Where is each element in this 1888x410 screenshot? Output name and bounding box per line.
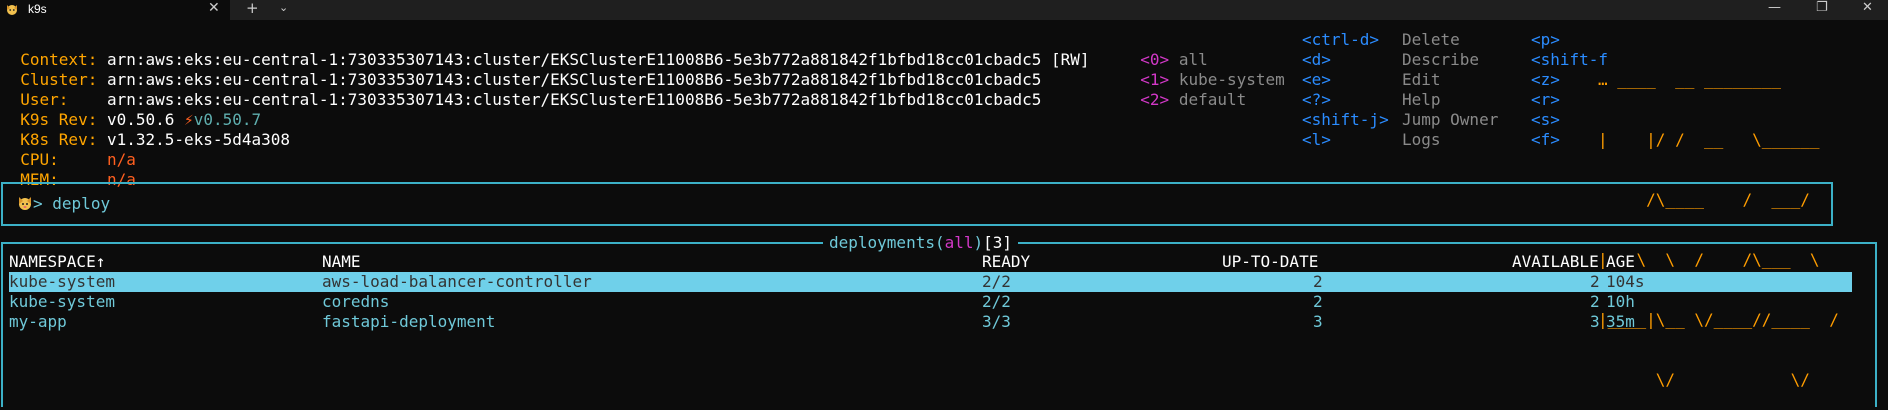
close-window-icon[interactable]: ✕: [1862, 0, 1873, 15]
shortcut-help[interactable]: <?>: [1302, 90, 1331, 110]
shortcut-jump-owner[interactable]: <shift-j>: [1302, 110, 1389, 130]
logo-line: … ____ __ ________: [1598, 70, 1782, 89]
dog-icon: [19, 197, 31, 210]
shortcut-key: <l>: [1302, 130, 1331, 149]
resource-name: deployments: [829, 233, 935, 252]
namespace-item-all[interactable]: <0> all: [1121, 30, 1207, 69]
shortcut-label: Delete: [1402, 30, 1460, 49]
context-row: Context: arn:aws:eks:eu-central-1:730335…: [1, 30, 1089, 69]
selected-row-highlight: [9, 272, 1852, 292]
shortcut-key-r[interactable]: <r>: [1531, 90, 1560, 110]
context-mode: [RW]: [1051, 50, 1090, 69]
close-tab-icon[interactable]: ✕: [208, 0, 220, 16]
command-input[interactable]: > deploy: [33, 194, 110, 213]
maximize-icon[interactable]: ❐: [1816, 0, 1828, 15]
cell-ready: 2/2: [982, 292, 1011, 311]
minimize-icon[interactable]: —: [1768, 0, 1781, 15]
k9s-dog-icon: [7, 5, 17, 15]
mem-row: MEM: n/a: [1, 150, 136, 189]
shortcut-key: <?>: [1302, 90, 1331, 109]
cell-up-to-date: 2: [1313, 292, 1323, 311]
shortcut-label: Logs: [1402, 130, 1441, 149]
cell-age: 104s: [1606, 272, 1645, 291]
title-paren: (: [934, 233, 945, 252]
column-header-available[interactable]: AVAILABLE: [1512, 252, 1599, 272]
shortcut-label: Describe: [1402, 50, 1480, 69]
shortcut-key: <d>: [1302, 50, 1331, 69]
user-row: User: arn:aws:eks:eu-central-1:730335307…: [1, 70, 1041, 109]
tab-bar: k9s ✕ + ⌄ — ❐ ✕: [0, 0, 1888, 20]
cell-available: 3: [1590, 312, 1600, 331]
namespace-item-kube-system[interactable]: <1> kube-system: [1121, 50, 1285, 89]
column-header-namespace[interactable]: NAMESPACE↑: [9, 252, 105, 272]
shortcut-key-f[interactable]: <f>: [1531, 130, 1560, 150]
cell-up-to-date: 3: [1313, 312, 1323, 331]
resource-count: [3]: [983, 233, 1013, 252]
cell-age: 10h: [1606, 292, 1635, 311]
namespace-key: <2>: [1140, 90, 1170, 109]
cell-namespace: kube-system: [9, 272, 115, 291]
shortcut-key: <shift-j>: [1302, 110, 1389, 129]
command-text: deploy: [52, 194, 111, 213]
cell-up-to-date: 2: [1313, 272, 1323, 291]
panel-title: deployments(all)[3]: [823, 233, 1019, 253]
shortcut-logs[interactable]: <l>: [1302, 130, 1331, 150]
command-prompt[interactable]: > deploy: [1, 182, 1833, 226]
cell-name: fastapi-deployment: [322, 312, 496, 331]
cell-available: 2: [1590, 272, 1600, 291]
title-paren: ): [973, 233, 984, 252]
shortcut-edit[interactable]: <e>: [1302, 70, 1331, 90]
shortcut-label: Edit: [1402, 70, 1441, 89]
k9s-rev-row: K9s Rev: v0.50.6 ⚡v0.50.7: [1, 90, 261, 129]
shortcut-key-p[interactable]: <p>: [1531, 30, 1560, 50]
tab-dropdown-icon[interactable]: ⌄: [279, 1, 288, 14]
column-header-ready[interactable]: READY: [982, 252, 1030, 272]
column-header-age[interactable]: AGE: [1606, 252, 1635, 272]
cluster-row: Cluster: arn:aws:eks:eu-central-1:730335…: [1, 50, 1041, 89]
shortcut-label: Help: [1402, 90, 1441, 109]
shortcut-describe[interactable]: <d>: [1302, 50, 1331, 70]
logo-line: | |/ / __ \______: [1598, 130, 1820, 149]
shortcut-key: <e>: [1302, 70, 1331, 89]
cell-ready: 2/2: [982, 272, 1011, 291]
namespace-item-default[interactable]: <2> default: [1121, 70, 1246, 109]
tab-title: k9s: [28, 2, 47, 16]
cell-ready: 3/3: [982, 312, 1011, 331]
shortcut-key-z[interactable]: <z>: [1531, 70, 1560, 90]
column-header-name[interactable]: NAME: [322, 252, 361, 272]
shortcut-key: <ctrl-d>: [1302, 30, 1380, 49]
shortcut-key-s[interactable]: <s>: [1531, 110, 1560, 130]
column-header-up-to-date[interactable]: UP-TO-DATE: [1222, 252, 1318, 272]
cell-name: aws-load-balancer-controller: [322, 272, 592, 291]
new-tab-icon[interactable]: +: [246, 0, 259, 17]
cpu-row: CPU: n/a: [1, 130, 136, 169]
tab-k9s[interactable]: k9s ✕: [0, 0, 230, 20]
namespace-name: default: [1178, 90, 1247, 109]
cell-namespace: my-app: [9, 312, 67, 331]
shortcut-label: Jump Owner: [1402, 110, 1499, 129]
title-namespace: all: [944, 233, 974, 252]
shortcut-key-shift-f[interactable]: <shift-f: [1531, 50, 1608, 70]
cell-age: 35m: [1606, 312, 1635, 331]
prompt-glyph: >: [33, 194, 43, 213]
cell-available: 2: [1590, 292, 1600, 311]
k8s-rev-row: K8s Rev: v1.32.5-eks-5d4a308: [1, 110, 290, 149]
shortcut-delete[interactable]: <ctrl-d>: [1302, 30, 1379, 50]
cell-namespace: kube-system: [9, 292, 115, 311]
cell-name: coredns: [322, 292, 390, 311]
